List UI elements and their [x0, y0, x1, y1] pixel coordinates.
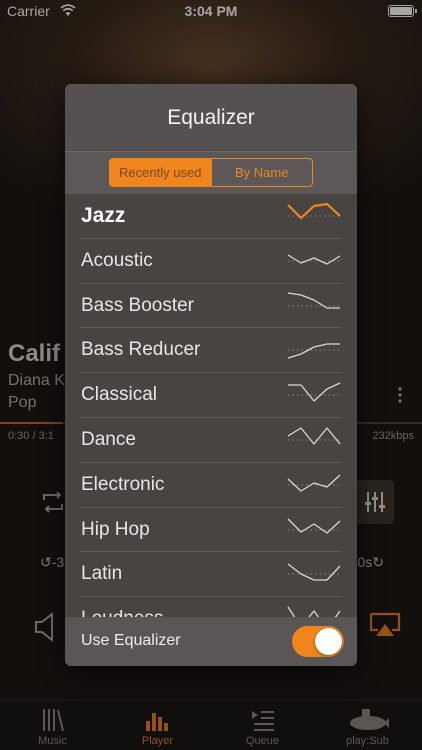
eq-curve-line	[287, 518, 341, 534]
eq-curve-line	[287, 202, 341, 220]
preset-row-latin[interactable]: Latin	[80, 552, 342, 598]
use-equalizer-switch[interactable]	[292, 626, 344, 657]
preset-name: Latin	[81, 563, 123, 585]
preset-row-acoustic[interactable]: Acoustic	[80, 239, 342, 284]
eq-curve-line	[287, 343, 340, 360]
eq-curve-graph	[287, 254, 341, 265]
eq-curve-line	[287, 606, 341, 617]
eq-curve-line	[287, 291, 340, 309]
preset-name: Acoustic	[81, 249, 153, 271]
eq-curve-line	[287, 563, 341, 582]
eq-curve-graph	[287, 427, 341, 445]
preset-row-electronic[interactable]: Electronic	[80, 463, 342, 508]
preset-row-loudness[interactable]: Loudness	[80, 597, 342, 617]
eq-curve-graph	[287, 518, 341, 534]
preset-row-jazz[interactable]: Jazz	[80, 194, 342, 239]
dialog-header: Equalizer	[65, 84, 357, 152]
preset-list[interactable]: Jazz Acoustic Bass Booster Bass Reducer …	[80, 194, 342, 617]
segment-recently-used[interactable]: Recently used	[110, 159, 211, 186]
preset-name: Bass Booster	[81, 294, 194, 316]
preset-row-hip-hop[interactable]: Hip Hop	[80, 508, 342, 553]
use-equalizer-label: Use Equalizer	[81, 632, 181, 649]
sort-segmented-control: Recently used By Name	[109, 158, 313, 187]
eq-curve-graph	[287, 202, 341, 220]
preset-name: Loudness	[81, 608, 163, 617]
preset-name: Classical	[81, 384, 158, 406]
eq-curve-line	[287, 474, 341, 492]
eq-curve-line	[287, 427, 341, 445]
switch-knob	[315, 628, 342, 655]
preset-name: Hip Hop	[81, 518, 150, 540]
preset-row-bass-reducer[interactable]: Bass Reducer	[80, 328, 342, 374]
preset-name: Jazz	[81, 204, 126, 227]
eq-curve-graph	[287, 563, 341, 582]
eq-curve-line	[287, 254, 341, 265]
dialog-footer: Use Equalizer	[65, 617, 357, 666]
preset-name: Bass Reducer	[81, 339, 201, 361]
dialog-title: Equalizer	[167, 106, 255, 129]
equalizer-dialog: Equalizer Recently used By Name Jazz Aco…	[65, 84, 357, 666]
preset-row-dance[interactable]: Dance	[80, 418, 342, 463]
eq-curve-graph	[287, 606, 341, 617]
preset-name: Electronic	[81, 473, 165, 495]
sort-segment-bar: Recently used By Name	[65, 152, 357, 194]
preset-row-classical[interactable]: Classical	[80, 373, 342, 418]
segment-by-name[interactable]: By Name	[210, 159, 313, 186]
eq-curve-line	[288, 382, 341, 402]
eq-curve-graph	[287, 291, 340, 309]
preset-name: Dance	[81, 428, 136, 450]
preset-row-bass-booster[interactable]: Bass Booster	[80, 284, 342, 329]
eq-curve-graph	[288, 382, 341, 402]
eq-curve-graph	[287, 343, 340, 360]
eq-curve-graph	[287, 474, 341, 492]
